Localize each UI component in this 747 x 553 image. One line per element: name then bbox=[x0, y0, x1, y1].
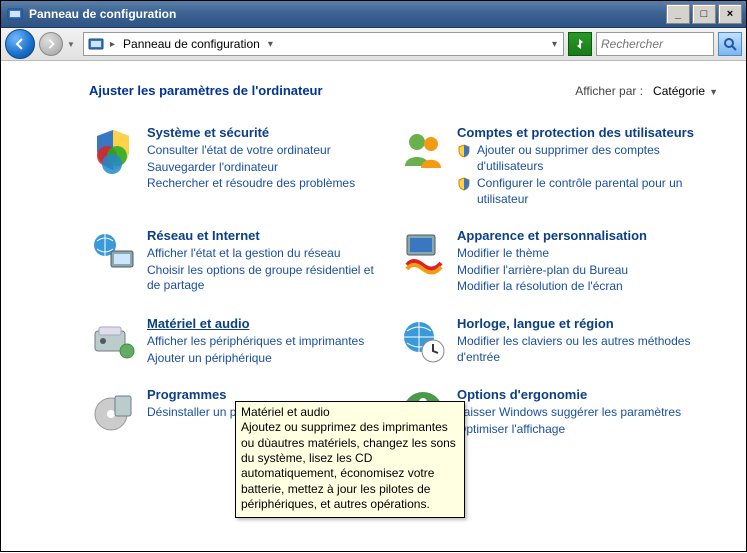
category-sub-link[interactable]: Modifier le thème bbox=[457, 246, 699, 262]
search-input[interactable] bbox=[599, 36, 711, 52]
programs-icon bbox=[89, 388, 137, 436]
category-user-accounts: Comptes et protection des utilisateurs A… bbox=[399, 126, 699, 207]
nav-history-dropdown[interactable]: ▼ bbox=[67, 40, 79, 49]
navigation-bar: ▼ ▸ Panneau de configuration ▾ ▾ bbox=[1, 28, 746, 61]
search-button[interactable] bbox=[718, 32, 742, 56]
breadcrumb-dropdown[interactable]: ▾ bbox=[266, 39, 275, 50]
category-sub-link[interactable]: Configurer le contrôle parental pour un … bbox=[477, 176, 699, 207]
category-appearance: Apparence et personnalisation Modifier l… bbox=[399, 229, 699, 295]
breadcrumb-separator[interactable]: ▸ bbox=[108, 39, 117, 50]
category-sub-link[interactable]: Modifier la résolution de l'écran bbox=[457, 279, 699, 295]
search-box[interactable] bbox=[596, 32, 714, 56]
category-sub-link[interactable]: Choisir les options de groupe résidentie… bbox=[147, 263, 389, 294]
minimize-button[interactable]: _ bbox=[666, 4, 690, 24]
category-sub-link[interactable]: Afficher l'état et la gestion du réseau bbox=[147, 246, 389, 262]
category-title-link[interactable]: Apparence et personnalisation bbox=[457, 229, 699, 244]
back-button[interactable] bbox=[5, 29, 35, 59]
control-panel-icon bbox=[7, 6, 23, 22]
category-sub-link[interactable]: Optimiser l'affichage bbox=[457, 422, 699, 438]
view-by-value[interactable]: Catégorie▼ bbox=[653, 84, 718, 98]
category-sub-link[interactable]: Ajouter un périphérique bbox=[147, 351, 389, 367]
breadcrumb[interactable]: Panneau de configuration bbox=[121, 37, 262, 51]
content-area: Ajuster les paramètres de l'ordinateur A… bbox=[1, 61, 746, 553]
network-internet-icon bbox=[89, 229, 137, 277]
category-sub-link[interactable]: Laisser Windows suggérer les paramètres bbox=[457, 405, 699, 421]
category-sub-link[interactable]: Modifier l'arrière-plan du Bureau bbox=[457, 263, 699, 279]
category-sub-link[interactable]: Sauvegarder l'ordinateur bbox=[147, 160, 389, 176]
category-network: Réseau et Internet Afficher l'état et la… bbox=[89, 229, 389, 295]
system-security-icon bbox=[89, 126, 137, 174]
category-sub-link[interactable]: Rechercher et résoudre des problèmes bbox=[147, 176, 389, 192]
title-bar: Panneau de configuration _ □ × bbox=[1, 1, 746, 28]
page-title: Ajuster les paramètres de l'ordinateur bbox=[89, 83, 575, 98]
clock-language-icon bbox=[399, 317, 447, 365]
refresh-button[interactable] bbox=[568, 32, 592, 56]
tooltip-title: Matériel et audio bbox=[241, 405, 459, 420]
appearance-icon bbox=[399, 229, 447, 277]
category-sub-link[interactable]: Afficher les périphériques et imprimante… bbox=[147, 334, 389, 350]
control-panel-icon bbox=[88, 36, 104, 52]
category-title-link[interactable]: Comptes et protection des utilisateurs bbox=[457, 126, 699, 141]
tooltip: Matériel et audio Ajoutez ou supprimez d… bbox=[235, 401, 465, 518]
category-sub-link[interactable]: Consulter l'état de votre ordinateur bbox=[147, 143, 389, 159]
address-bar[interactable]: ▸ Panneau de configuration ▾ ▾ bbox=[83, 32, 564, 56]
user-accounts-icon bbox=[399, 126, 447, 174]
category-system-security: Système et sécurité Consulter l'état de … bbox=[89, 126, 389, 207]
category-sub-link[interactable]: Modifier les claviers ou les autres méth… bbox=[457, 334, 699, 365]
category-clock-language: Horloge, langue et région Modifier les c… bbox=[399, 317, 699, 366]
tooltip-body: Ajoutez ou supprimez des imprimantes ou … bbox=[241, 420, 456, 511]
uac-shield-icon bbox=[457, 144, 471, 158]
window-title: Panneau de configuration bbox=[29, 7, 664, 21]
maximize-button[interactable]: □ bbox=[692, 4, 716, 24]
uac-shield-icon bbox=[457, 177, 471, 191]
close-button[interactable]: × bbox=[718, 4, 742, 24]
category-hardware-sound: Matériel et audio Afficher les périphéri… bbox=[89, 317, 389, 366]
view-by-label: Afficher par : bbox=[575, 84, 643, 98]
forward-button[interactable] bbox=[39, 32, 63, 56]
category-title-link[interactable]: Système et sécurité bbox=[147, 126, 389, 141]
category-title-link[interactable]: Horloge, langue et région bbox=[457, 317, 699, 332]
category-title-link[interactable]: Matériel et audio bbox=[147, 317, 389, 332]
chevron-down-icon: ▼ bbox=[709, 87, 718, 97]
address-history-dropdown[interactable]: ▾ bbox=[550, 39, 559, 50]
hardware-sound-icon bbox=[89, 317, 137, 365]
category-sub-link[interactable]: Ajouter ou supprimer des comptes d'utili… bbox=[477, 143, 699, 174]
category-title-link[interactable]: Réseau et Internet bbox=[147, 229, 389, 244]
category-title-link[interactable]: Options d'ergonomie bbox=[457, 388, 699, 403]
